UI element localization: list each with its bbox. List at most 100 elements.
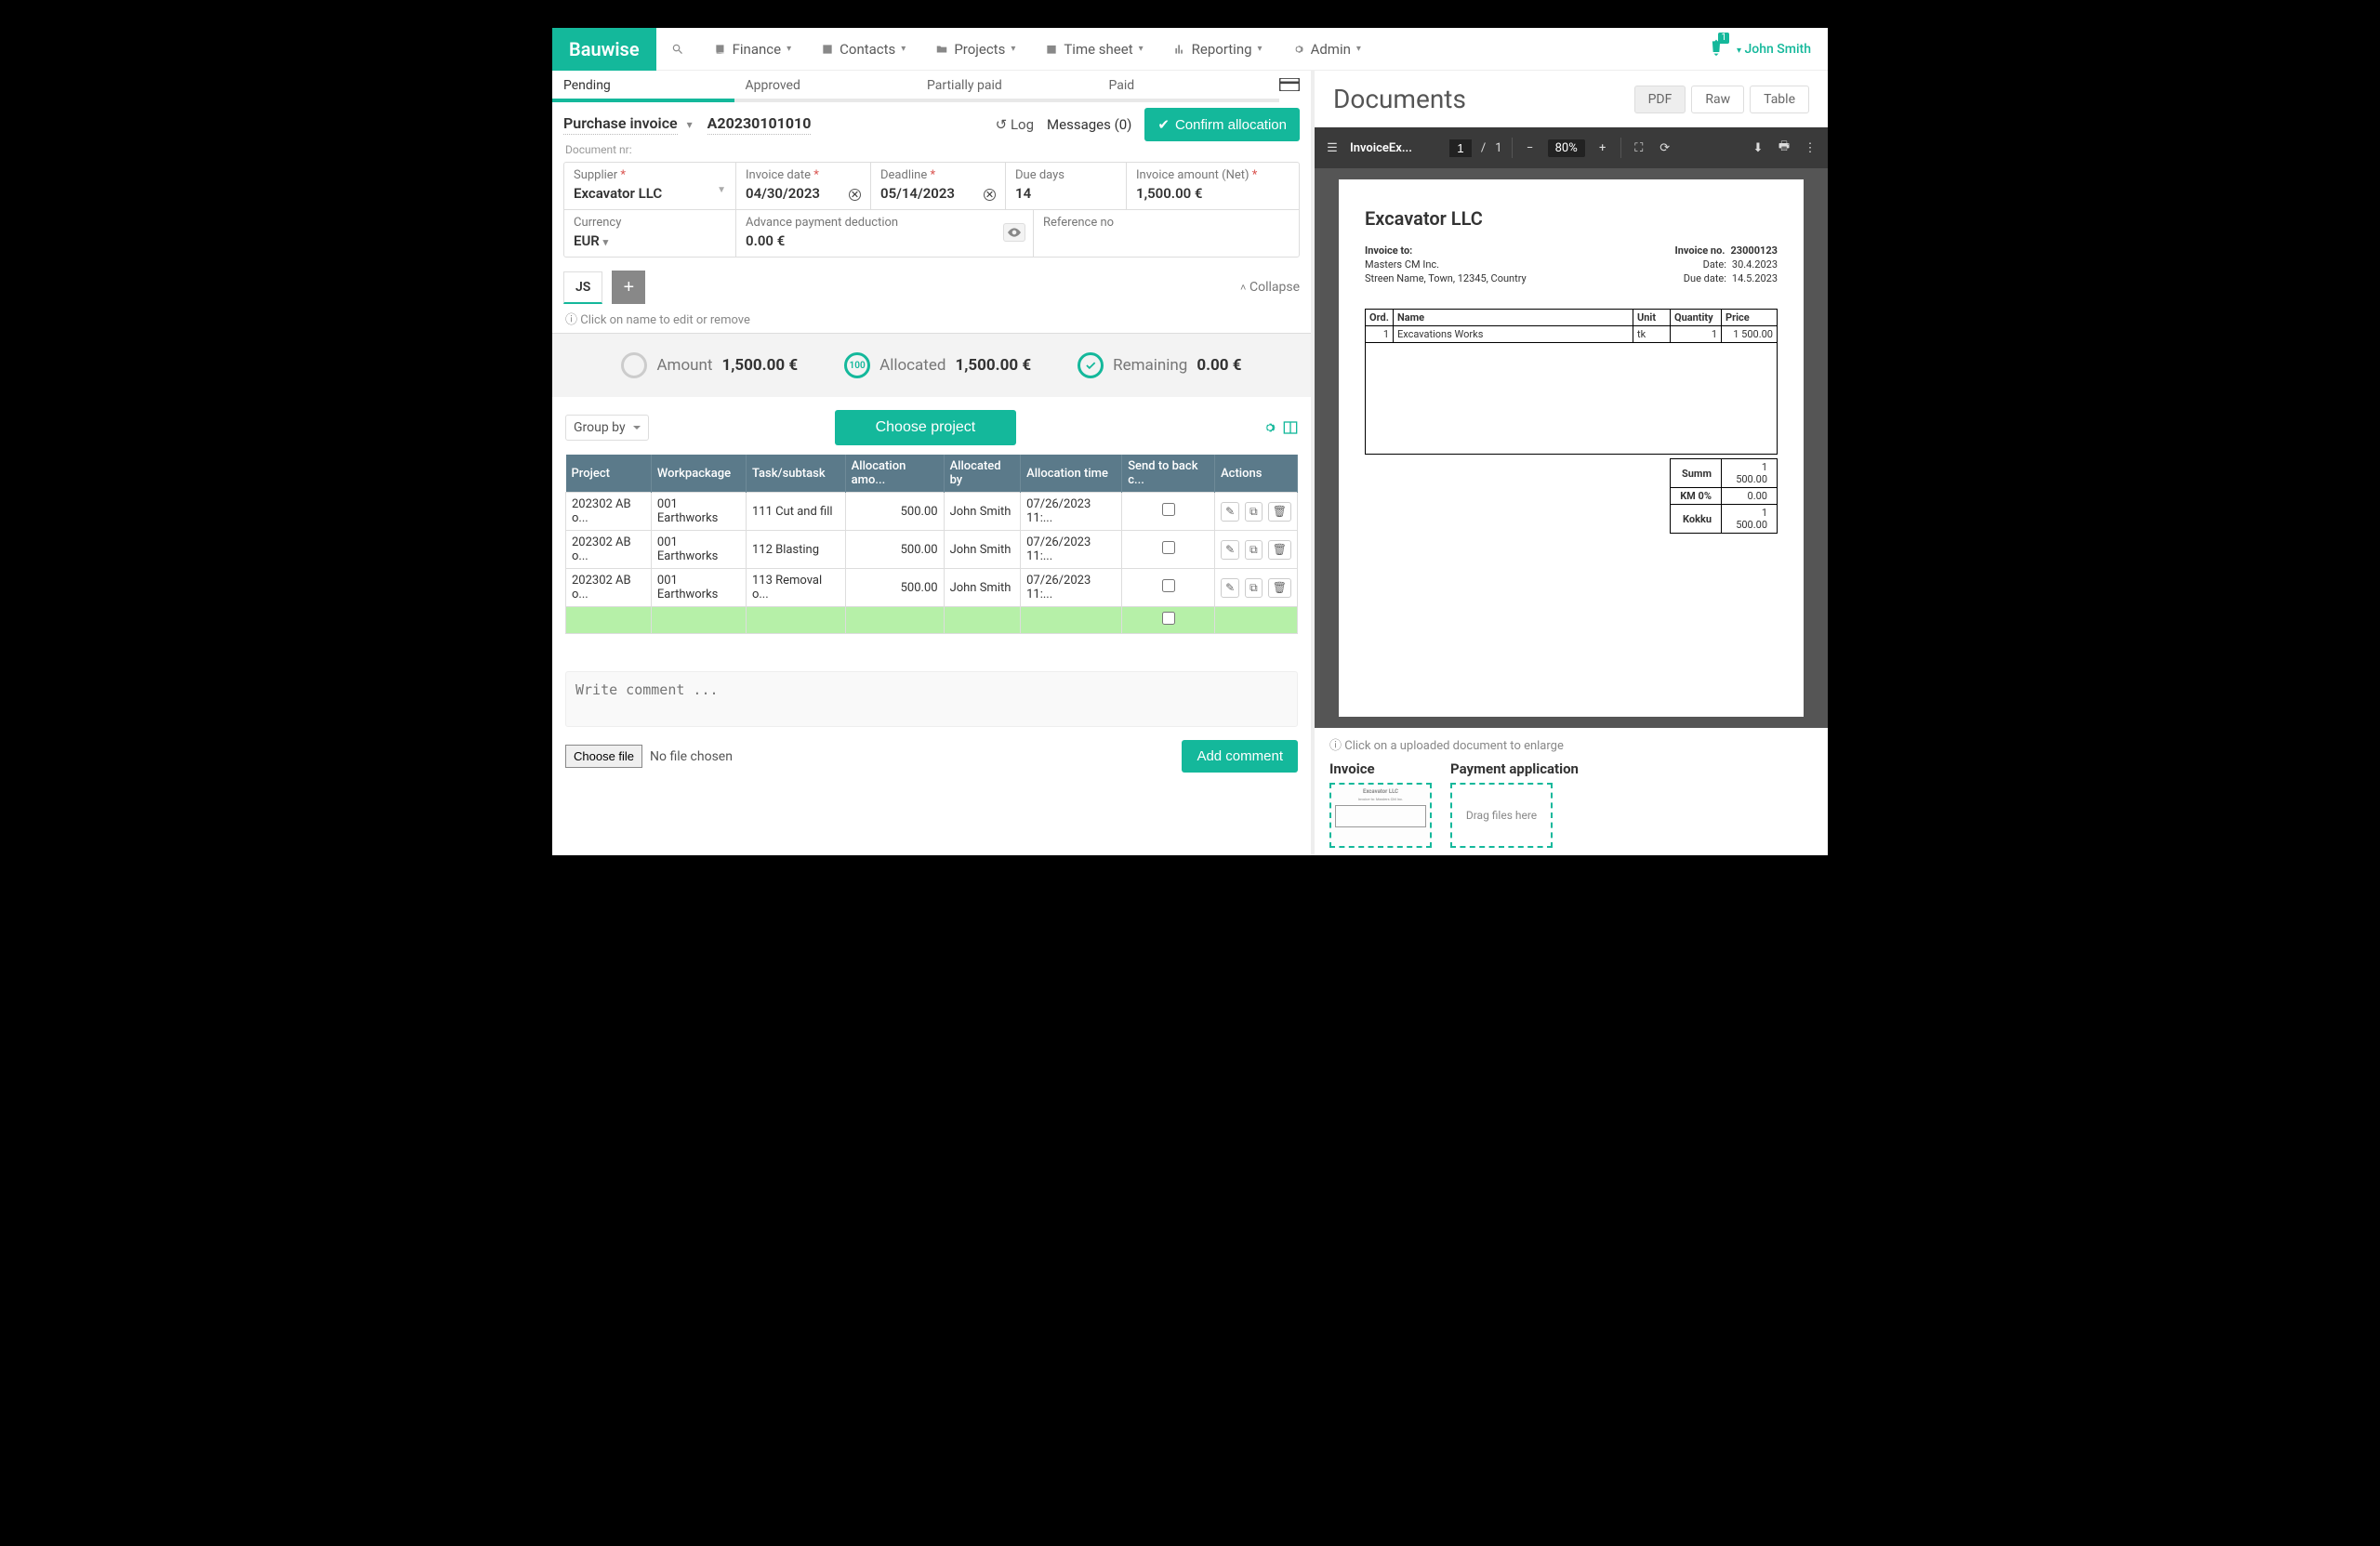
choose-project-button[interactable]: Choose project [835, 410, 1017, 445]
nav-contacts[interactable]: Contacts▾ [806, 28, 920, 71]
chart-icon [1173, 43, 1186, 56]
pdf-zoom-out-icon[interactable]: − [1522, 141, 1539, 155]
copy-row-icon[interactable]: ⧉ [1245, 502, 1263, 522]
pdf-viewport[interactable]: Excavator LLC Invoice to: Masters CM Inc… [1315, 168, 1828, 728]
comment-section: Choose file No file chosen Add comment [565, 671, 1298, 773]
pdf-billto-2: Streen Name, Town, 12345, Country [1365, 272, 1527, 284]
send-back-checkbox[interactable] [1162, 541, 1175, 554]
th-project[interactable]: Project [566, 455, 652, 493]
pdf-more-icon[interactable]: ⋮ [1802, 141, 1818, 155]
pdf-invoice-to-label: Invoice to: [1365, 244, 1527, 257]
user-menu[interactable]: ▾ John Smith [1737, 42, 1811, 57]
documents-title: Documents [1333, 84, 1466, 114]
copy-row-icon[interactable]: ⧉ [1245, 540, 1263, 560]
drag-files-dropzone[interactable]: Drag files here [1450, 783, 1553, 848]
user-tab-js[interactable]: JS [563, 271, 602, 304]
clear-date-icon[interactable]: ✕ [849, 189, 861, 201]
document-number[interactable]: A20230101010 [707, 114, 812, 135]
card-icon[interactable] [1279, 78, 1300, 91]
table-row[interactable]: 202302 AB o...001 Earthworks111 Cut and … [566, 493, 1298, 531]
pdf-toolbar: ☰ InvoiceEx... / 1 − 80% + ⛶ ⟳ ⬇ 🖶 ⋮ [1315, 127, 1828, 168]
nav-admin[interactable]: Admin▾ [1277, 28, 1376, 71]
add-comment-button[interactable]: Add comment [1182, 740, 1298, 773]
notification-badge: 1 [1718, 33, 1729, 44]
clear-date-icon[interactable]: ✕ [984, 189, 996, 201]
status-tabs: Pending Approved Partially paid Paid [552, 71, 1311, 102]
pdf-page-input[interactable] [1449, 139, 1472, 157]
document-header: Purchase invoice ▾ A20230101010 ↺ Log Me… [552, 102, 1311, 143]
view-raw[interactable]: Raw [1691, 86, 1744, 113]
send-back-checkbox[interactable] [1162, 612, 1175, 625]
reference-no-field[interactable]: Reference no [1034, 210, 1299, 257]
th-amount[interactable]: Allocation amo... [845, 455, 944, 493]
file-status: No file chosen [650, 749, 733, 764]
log-button[interactable]: ↺ Log [996, 116, 1034, 133]
view-table[interactable]: Table [1750, 86, 1809, 113]
th-task[interactable]: Task/subtask [746, 455, 845, 493]
nav-finance[interactable]: Finance▾ [699, 28, 807, 71]
th-workpackage[interactable]: Workpackage [651, 455, 746, 493]
groupby-dropdown[interactable]: Group by [565, 415, 649, 441]
collapse-button[interactable]: ˄ Collapse [1240, 280, 1300, 295]
delete-row-icon[interactable]: 🗑 [1268, 540, 1291, 560]
pdf-download-icon[interactable]: ⬇ [1750, 141, 1766, 155]
table-row[interactable]: 202302 AB o...001 Earthworks112 Blasting… [566, 531, 1298, 569]
brand-logo[interactable]: Bauwise [552, 28, 656, 71]
nav-projects[interactable]: Projects▾ [920, 28, 1030, 71]
th-actions[interactable]: Actions [1215, 455, 1298, 493]
view-pdf[interactable]: PDF [1634, 86, 1686, 113]
table-columns-icon[interactable] [1283, 420, 1298, 435]
book-icon [714, 43, 727, 56]
delete-row-icon[interactable]: 🗑 [1268, 502, 1291, 522]
th-send-back[interactable]: Send to back c... [1122, 455, 1215, 493]
edit-row-icon[interactable]: ✎ [1221, 578, 1239, 598]
nav-reporting[interactable]: Reporting▾ [1158, 28, 1277, 71]
table-row[interactable]: 202302 AB o...001 Earthworks113 Removal … [566, 569, 1298, 607]
invoice-date-field[interactable]: Invoice date * 04/30/2023 ✕ [736, 163, 871, 209]
notification-bell[interactable]: 1 [1707, 36, 1726, 62]
pdf-menu-icon[interactable]: ☰ [1324, 141, 1341, 155]
delete-row-icon[interactable]: 🗑 [1268, 578, 1291, 598]
choose-file-button[interactable]: Choose file [565, 745, 642, 768]
tab-approved[interactable]: Approved [734, 71, 917, 102]
nav-timesheet[interactable]: Time sheet▾ [1030, 28, 1157, 71]
pdf-page: Excavator LLC Invoice to: Masters CM Inc… [1339, 179, 1804, 717]
tab-pending[interactable]: Pending [552, 71, 734, 102]
pdf-print-icon[interactable]: 🖶 [1776, 138, 1792, 158]
table-controls: Group by Choose project [552, 397, 1311, 451]
send-back-checkbox[interactable] [1162, 579, 1175, 592]
send-back-checkbox[interactable] [1162, 503, 1175, 516]
pdf-fit-icon[interactable]: ⛶ [1631, 141, 1647, 155]
pdf-items-table: Ord. Name Unit Quantity Price 1 Excavati… [1365, 309, 1778, 455]
document-type-dropdown[interactable]: ▾ [687, 118, 693, 131]
edit-row-icon[interactable]: ✎ [1221, 540, 1239, 560]
pdf-zoom-in-icon[interactable]: + [1594, 141, 1611, 155]
tab-paid[interactable]: Paid [1098, 71, 1280, 102]
messages-button[interactable]: Messages (0) [1047, 116, 1131, 133]
th-allocation-time[interactable]: Allocation time [1021, 455, 1122, 493]
comment-input[interactable] [565, 671, 1298, 727]
edit-row-icon[interactable]: ✎ [1221, 502, 1239, 522]
deadline-field[interactable]: Deadline * 05/14/2023 ✕ [871, 163, 1006, 209]
add-user-tab-button[interactable]: + [612, 271, 645, 304]
currency-field[interactable]: Currency EUR ▾ [564, 210, 736, 257]
eye-icon[interactable] [1003, 223, 1025, 242]
pdf-billto-1: Masters CM Inc. [1365, 258, 1527, 271]
pdf-zoom-level[interactable]: 80% [1548, 139, 1585, 157]
advance-payment-field[interactable]: Advance payment deduction 0.00 € [736, 210, 1034, 257]
folder-icon [935, 43, 948, 56]
supplier-field[interactable]: Supplier * Excavator LLC ▼ [564, 163, 736, 209]
th-allocated-by[interactable]: Allocated by [944, 455, 1021, 493]
chevron-down-icon: ▼ [717, 185, 726, 195]
confirm-allocation-button[interactable]: ✔ Confirm allocation [1144, 108, 1300, 141]
table-new-row[interactable] [566, 607, 1298, 634]
invoice-amount-field[interactable]: Invoice amount (Net) * 1,500.00 € [1127, 163, 1299, 209]
tab-partially-paid[interactable]: Partially paid [916, 71, 1098, 102]
amount-icon [621, 352, 647, 378]
pdf-rotate-icon[interactable]: ⟳ [1657, 141, 1673, 155]
table-settings-icon[interactable] [1263, 420, 1277, 435]
copy-row-icon[interactable]: ⧉ [1245, 578, 1263, 598]
search-button[interactable] [656, 28, 699, 71]
document-type[interactable]: Purchase invoice [563, 114, 678, 135]
invoice-thumbnail[interactable]: Excavator LLC Invoice to: Masters CM Inc… [1329, 783, 1432, 848]
